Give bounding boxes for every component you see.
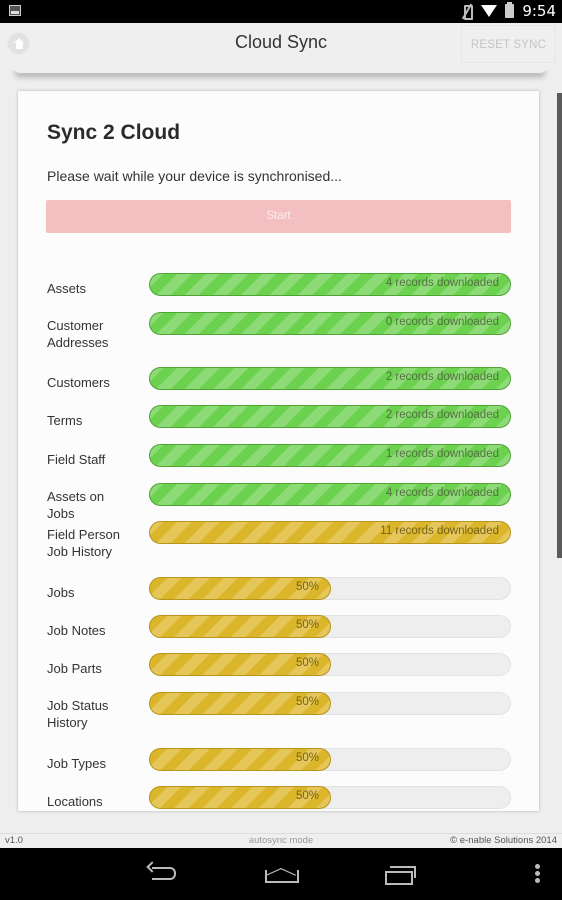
navigation-bar [0,848,562,900]
card-subtitle: Please wait while your device is synchro… [47,168,342,184]
mute-icon [461,4,474,20]
progress-fill: 1 records downloaded [149,444,511,467]
scrollbar-thumb[interactable] [557,93,562,558]
battery-icon [505,2,515,18]
sync-row-label: Job Types [47,756,107,771]
progress-text: 50% [295,619,319,631]
progress-bar: 11 records downloaded [149,521,511,544]
progress-fill: 50% [149,577,331,600]
sync-row-label: Job Status History [47,698,109,730]
reset-sync-button[interactable]: RESET SYNC [461,25,556,63]
sync-row-label: Assets on Jobs [47,489,105,521]
progress-fill: 4 records downloaded [149,273,511,296]
back-icon[interactable] [146,862,178,884]
progress-text: 0 records downloaded [385,316,499,328]
progress-text: 2 records downloaded [385,371,499,383]
progress-bar: 50% [149,748,511,771]
progress-text: 50% [295,696,319,708]
footer: v1.0 autosync mode © e-nable Solutions 2… [0,833,562,848]
progress-fill: 4 records downloaded [149,483,511,506]
sync-row-label: Locations [47,794,103,809]
app: Cloud Sync RESET SYNC Sync 2 Cloud Pleas… [0,23,562,848]
progress-text: 50% [295,790,319,802]
progress-fill: 2 records downloaded [149,367,511,390]
sync-row-label: Job Parts [47,661,102,676]
progress-bar: 2 records downloaded [149,405,511,428]
home-nav-icon[interactable] [264,862,299,884]
sync-card: Sync 2 Cloud Please wait while your devi… [18,91,539,811]
sync-row-label: Assets [47,281,87,296]
progress-fill: 11 records downloaded [149,521,511,544]
recent-apps-icon[interactable] [385,862,417,885]
progress-text: 4 records downloaded [385,487,499,499]
sync-row-label: Field Person Job History [47,527,120,559]
progress-text: 50% [295,752,319,764]
sync-row-label: Field Staff [47,452,106,467]
progress-bar: 50% [149,653,511,676]
copyright-label: © e-nable Solutions 2014 [450,835,557,846]
card-title: Sync 2 Cloud [47,121,181,144]
progress-bar: 1 records downloaded [149,444,511,467]
progress-fill: 50% [149,692,331,715]
action-bar: Cloud Sync RESET SYNC [0,23,562,70]
status-bar: 9:54 [0,0,562,23]
sync-row-label: Customers [47,375,110,390]
progress-bar: 0 records downloaded [149,312,511,335]
wifi-icon [481,4,498,18]
sync-row-label: Job Notes [47,623,106,638]
progress-fill: 0 records downloaded [149,312,511,335]
progress-bar: 50% [149,615,511,638]
progress-text: 50% [295,657,319,669]
progress-text: 11 records downloaded [380,525,499,537]
progress-bar: 50% [149,692,511,715]
progress-text: 2 records downloaded [385,409,499,421]
progress-fill: 2 records downloaded [149,405,511,428]
overflow-menu-icon[interactable] [535,862,541,884]
progress-bar: 4 records downloaded [149,483,511,506]
notification-image-icon [9,5,21,16]
progress-text: 50% [295,581,319,593]
progress-text: 4 records downloaded [385,277,499,289]
progress-text: 1 records downloaded [385,448,499,460]
progress-fill: 50% [149,748,331,771]
clock: 9:54 [522,2,556,20]
progress-bar: 2 records downloaded [149,367,511,390]
progress-bar: 4 records downloaded [149,273,511,296]
progress-fill: 50% [149,653,331,676]
progress-fill: 50% [149,786,331,809]
sync-row-label: Customer Addresses [47,318,109,350]
progress-fill: 50% [149,615,331,638]
progress-bar: 50% [149,786,511,809]
progress-bar: 50% [149,577,511,600]
sync-row-label: Terms [47,413,83,428]
sync-row-label: Jobs [47,585,75,600]
start-button[interactable]: Start [46,200,511,233]
